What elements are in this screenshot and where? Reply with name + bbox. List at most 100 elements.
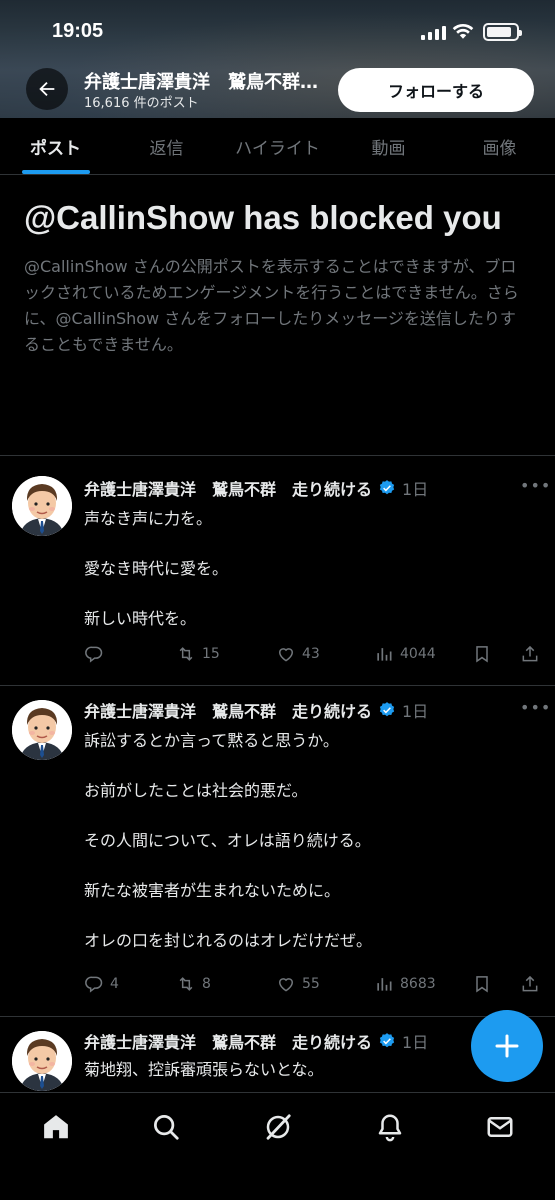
post-text: 声なき声に力を。 愛なき時代に愛を。 新しい時代を。	[84, 508, 534, 658]
profile-tabs: ポスト 返信 ハイライト 動画 画像	[0, 118, 555, 175]
post-line: 訴訟するとか言って黙ると思うか。	[84, 731, 339, 750]
views-icon	[377, 978, 392, 991]
repost-button[interactable]: 8	[176, 974, 211, 994]
profile-header: 弁護士唐澤貴洋 鷲鳥不群 走り続ける 16,616 件のポスト フォローする	[0, 62, 555, 118]
nav-messages[interactable]	[480, 1107, 520, 1147]
post-author[interactable]: 弁護士唐澤貴洋 鷲鳥不群 走り続ける	[84, 698, 372, 722]
post-actions: 15 43 4044	[84, 644, 544, 668]
post-line: お前がしたことは社会的悪だ。	[84, 781, 308, 800]
bookmark-icon	[476, 976, 488, 993]
bookmark-button[interactable]	[472, 644, 492, 664]
more-options-icon[interactable]: •••	[520, 698, 551, 717]
view-count: 4044	[400, 646, 436, 662]
reply-icon	[85, 646, 103, 663]
avatar-illustration	[12, 1031, 72, 1091]
repost-count: 15	[202, 646, 220, 662]
home-icon	[44, 1115, 68, 1139]
tab-images[interactable]: 画像	[444, 118, 555, 174]
arrow-left-icon	[39, 81, 55, 97]
post-line: 新しい時代を。	[84, 609, 197, 628]
nav-grok[interactable]	[258, 1107, 298, 1147]
views-button[interactable]: 4044	[374, 644, 436, 664]
post-line: 新たな被害者が生まれないために。	[84, 881, 341, 900]
battery-icon	[483, 23, 522, 41]
share-button[interactable]	[520, 974, 540, 994]
tab-label: 画像	[482, 138, 517, 159]
tab-label: ポスト	[30, 138, 81, 159]
post-actions: 4 8 55 8683	[84, 974, 544, 998]
like-count: 55	[302, 976, 320, 992]
repost-icon	[179, 647, 193, 661]
post-count: 16,616 件のポスト	[84, 96, 199, 111]
avatar[interactable]	[12, 700, 72, 760]
tab-label: ハイライト	[235, 138, 320, 159]
repost-count: 8	[202, 976, 211, 992]
like-button[interactable]: 43	[276, 644, 320, 664]
back-button[interactable]	[26, 68, 68, 110]
post-author[interactable]: 弁護士唐澤貴洋 鷲鳥不群 走り続ける	[84, 1029, 372, 1053]
share-button[interactable]	[520, 644, 540, 664]
avatar-illustration	[12, 700, 72, 760]
post-line: その人間について、オレは語り続ける。	[84, 831, 371, 850]
plus-icon	[495, 1034, 519, 1058]
repost-icon	[179, 977, 193, 991]
avatar-illustration	[12, 476, 72, 536]
search-icon	[154, 1115, 179, 1140]
nav-home[interactable]	[36, 1107, 76, 1147]
status-bar: 19:05	[0, 0, 555, 62]
tab-posts[interactable]: ポスト	[0, 118, 111, 174]
follow-button[interactable]: フォローする	[338, 68, 534, 112]
cellular-signal-icon	[421, 24, 446, 40]
profile-name: 弁護士唐澤貴洋 鷲鳥不群 走り続ける	[84, 72, 319, 93]
tab-label: 動画	[371, 138, 406, 159]
bottom-navigation	[0, 1092, 555, 1200]
heart-icon	[278, 978, 294, 992]
post-time[interactable]: 1日	[402, 698, 428, 722]
post-time[interactable]: 1日	[402, 1029, 428, 1053]
post[interactable]: 弁護士唐澤貴洋 鷲鳥不群 走り続ける 1日 ••• 訴訟するとか言って黙ると思う…	[0, 686, 555, 1016]
tab-replies[interactable]: 返信	[111, 118, 222, 174]
post-line: 菊地翔、控訴審頑張らないとな。	[84, 1060, 324, 1079]
blocked-title: @CallinShow has blocked you	[24, 199, 502, 236]
grok-icon	[266, 1114, 291, 1140]
verified-badge-icon	[379, 702, 395, 717]
verified-badge-icon	[379, 480, 395, 495]
blocked-message: @CallinShow さんの公開ポストを表示することはできますが、ブロックされ…	[24, 257, 519, 354]
compose-button[interactable]	[471, 1010, 543, 1082]
views-icon	[377, 648, 392, 661]
reply-count: 4	[110, 976, 119, 992]
nav-notifications[interactable]	[370, 1107, 410, 1147]
post-line: 愛なき時代に愛を。	[84, 559, 229, 578]
reply-button[interactable]	[84, 644, 110, 664]
reply-icon	[85, 976, 103, 993]
share-icon	[522, 975, 538, 992]
nav-search[interactable]	[146, 1107, 186, 1147]
post-text: 訴訟するとか言って黙ると思うか。 お前がしたことは社会的悪だ。 その人間について…	[84, 730, 534, 980]
views-button[interactable]: 8683	[374, 974, 436, 994]
post-line: オレの口を封じれるのはオレだけだぜ。	[84, 931, 373, 950]
blocked-notice: @CallinShow has blocked you @CallinShow …	[24, 196, 529, 358]
bell-icon	[378, 1114, 402, 1142]
avatar[interactable]	[12, 476, 72, 536]
post-author[interactable]: 弁護士唐澤貴洋 鷲鳥不群 走り続ける	[84, 476, 372, 500]
more-options-icon[interactable]: •••	[520, 476, 551, 495]
tab-videos[interactable]: 動画	[333, 118, 444, 174]
heart-icon	[278, 648, 294, 662]
post-header: 弁護士唐澤貴洋 鷲鳥不群 走り続ける 1日	[84, 698, 428, 722]
tab-highlights[interactable]: ハイライト	[222, 118, 333, 174]
reply-button[interactable]: 4	[84, 974, 119, 994]
battery-level	[487, 27, 511, 37]
bookmark-button[interactable]	[472, 974, 492, 994]
post-header: 弁護士唐澤貴洋 鷲鳥不群 走り続ける 1日	[84, 1029, 428, 1053]
like-count: 43	[302, 646, 320, 662]
view-count: 8683	[400, 976, 436, 992]
like-button[interactable]: 55	[276, 974, 320, 994]
wifi-icon	[452, 23, 474, 39]
post-time[interactable]: 1日	[402, 476, 428, 500]
tab-label: 返信	[149, 138, 184, 159]
post[interactable]: 弁護士唐澤貴洋 鷲鳥不群 走り続ける 1日 ••• 声なき声に力を。 愛なき時代…	[0, 456, 555, 685]
avatar[interactable]	[12, 1031, 72, 1091]
post-header: 弁護士唐澤貴洋 鷲鳥不群 走り続ける 1日	[84, 476, 428, 500]
repost-button[interactable]: 15	[176, 644, 220, 664]
envelope-icon	[487, 1117, 513, 1137]
